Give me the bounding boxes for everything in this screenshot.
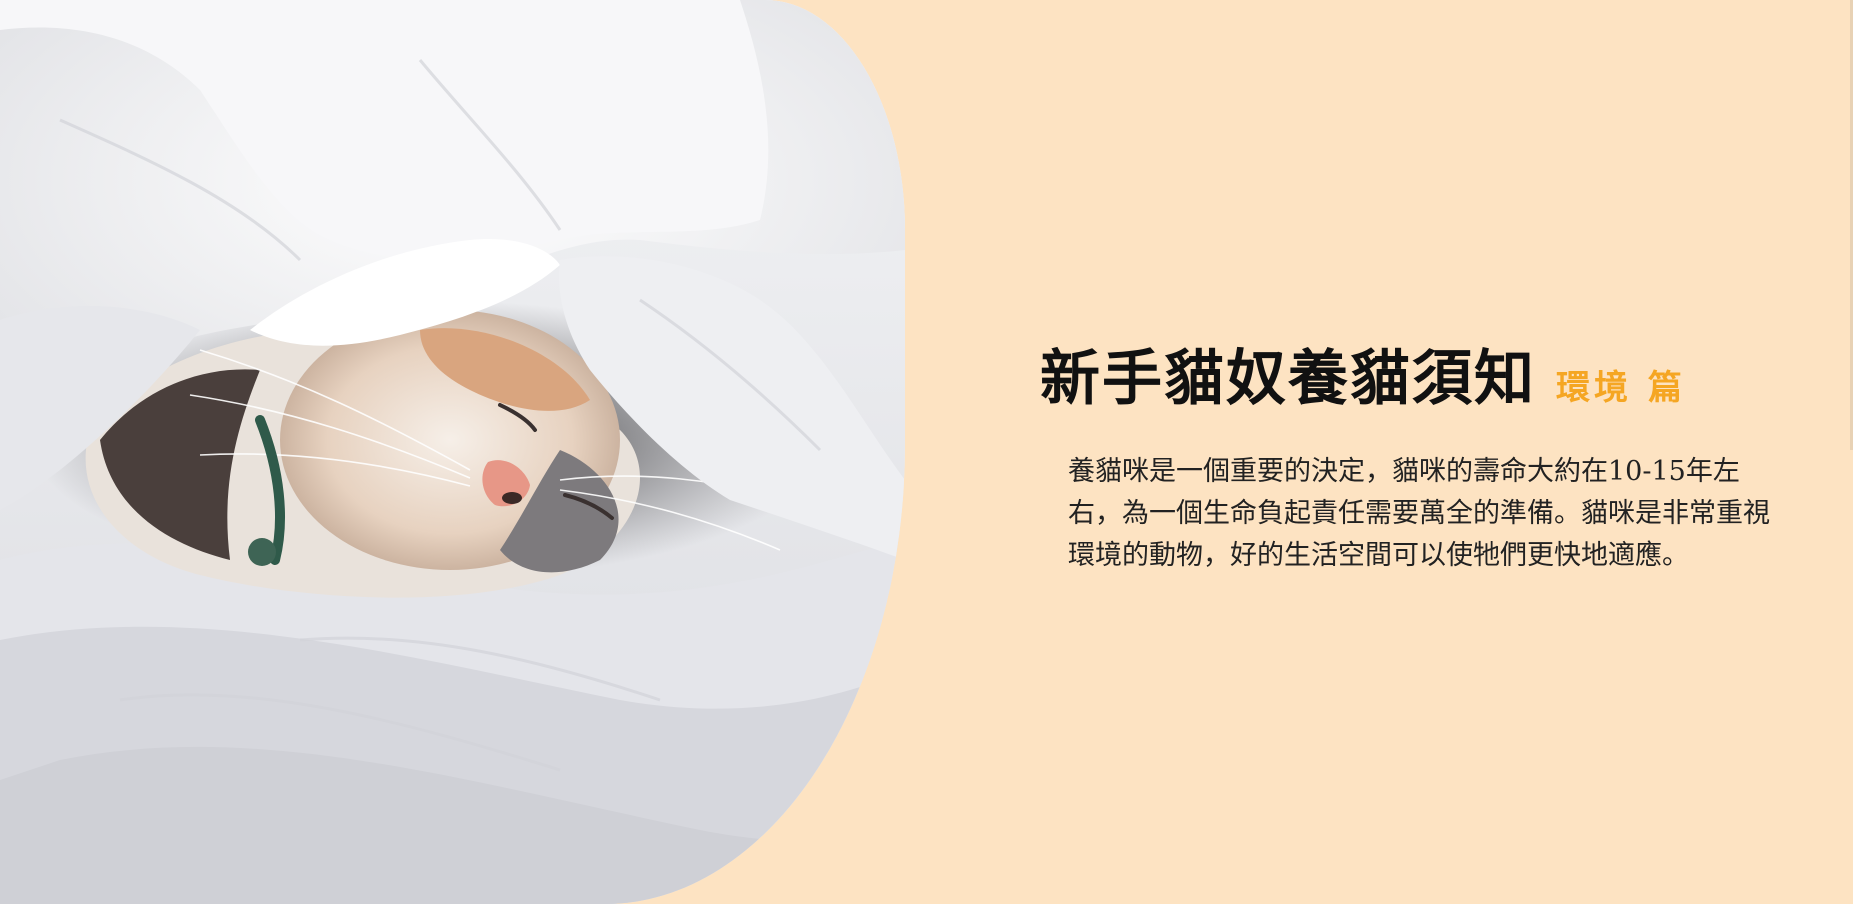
page-title: 新手貓奴養貓須知 bbox=[1040, 344, 1536, 414]
intro-section: 新手貓奴養貓須知 環境 篇 養貓咪是一個重要的決定，貓咪的壽命大約在10-15年… bbox=[1040, 330, 1780, 577]
section-subtitle: 環境 篇 bbox=[1556, 368, 1686, 408]
cat-under-blanket-illustration bbox=[0, 0, 905, 904]
intro-paragraph: 養貓咪是一個重要的決定，貓咪的壽命大約在10-15年左右，為一個生命負起責任需要… bbox=[1068, 456, 1770, 571]
heading-row: 新手貓奴養貓須知 環境 篇 bbox=[1040, 330, 1780, 417]
hero-image bbox=[0, 0, 905, 904]
page: 新手貓奴養貓須知 環境 篇 養貓咪是一個重要的決定，貓咪的壽命大約在10-15年… bbox=[0, 0, 1853, 904]
